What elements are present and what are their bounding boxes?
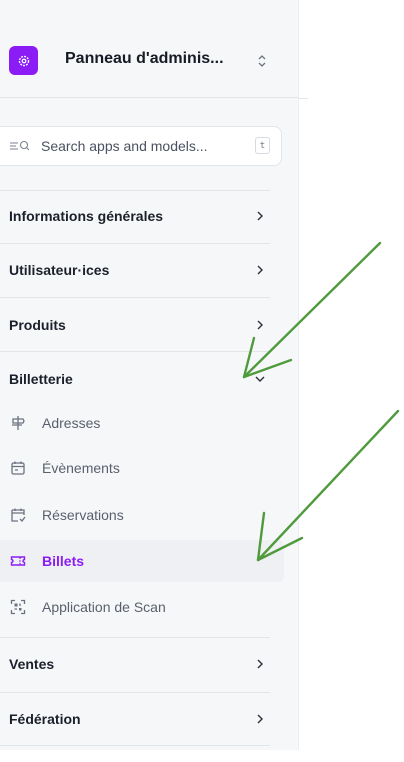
divider [0,97,298,98]
calendar-check-icon [11,508,26,522]
chevron-right-icon [257,211,263,221]
nav-section-utilisateurs[interactable]: Utilisateur·ices [0,248,270,292]
nav-item-billets[interactable]: Billets [0,540,284,582]
nav-section-ventes[interactable]: Ventes [0,642,270,686]
nav-item-label: Adresses [42,415,101,431]
nav-item-adresses[interactable]: Adresses [0,402,284,444]
chevron-down-icon [255,376,265,382]
nav-item-label: Application de Scan [42,599,166,615]
app-title: Panneau d'adminis... [65,50,224,67]
divider [0,243,270,244]
search-placeholder: Search apps and models... [41,138,208,154]
nav-item-label: Réservations [42,507,124,523]
nav-section-label: Informations générales [9,208,164,224]
search-input[interactable]: Search apps and models... t [0,126,282,166]
keyboard-shortcut-badge: t [255,137,270,154]
header-divider [298,98,308,99]
chevron-right-icon [257,320,263,330]
nav-item-application-de-scan[interactable]: Application de Scan [0,586,284,628]
nav-section-federation[interactable]: Fédération [0,697,270,741]
chevron-right-icon [257,265,263,275]
nav-section-label: Produits [9,317,66,333]
app-logo [9,46,38,75]
nav-section-label: Fédération [9,711,81,727]
nav-item-label: Billets [42,553,85,569]
nav-section-billetterie[interactable]: Billetterie [0,357,270,401]
gear-icon [18,55,29,66]
qr-scan-icon [10,599,26,615]
divider [0,297,270,298]
divider [0,351,270,352]
chevron-right-icon [257,659,263,669]
nav-item-label: Évènements [42,460,120,476]
nav-section-label: Ventes [9,656,55,672]
chevron-right-icon [257,714,263,724]
nav-item-reservations[interactable]: Réservations [0,494,284,536]
calendar-icon [11,461,25,475]
nav-item-evenements[interactable]: Évènements [0,447,284,489]
chevron-up-down-icon[interactable] [256,52,268,70]
nav-section-informations-generales[interactable]: Informations générales [0,194,270,238]
nav-section-label: Billetterie [9,371,73,387]
divider [0,190,270,191]
ticket-icon [10,556,26,566]
signpost-icon [12,416,25,430]
search-icon [10,140,30,151]
divider [0,692,270,693]
divider [0,637,270,638]
nav-section-produits[interactable]: Produits [0,303,270,347]
nav-section-label: Utilisateur·ices [9,262,110,278]
divider [0,745,270,746]
